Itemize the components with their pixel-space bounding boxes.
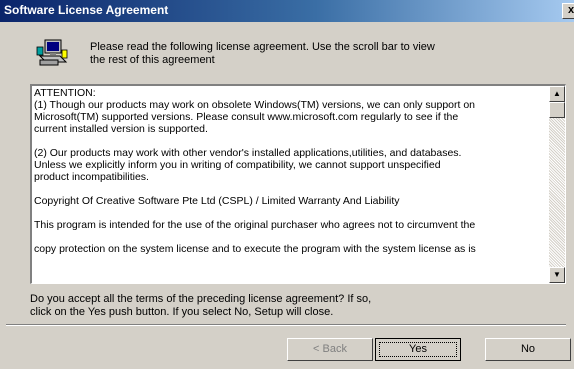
header-line-1: Please read the following license agreem… bbox=[90, 41, 435, 53]
accept-prompt: Do you accept all the terms of the prece… bbox=[30, 293, 550, 319]
license-line: Microsoft(TM) supported versions. Please… bbox=[34, 111, 459, 123]
accept-prompt-line-1: Do you accept all the terms of the prece… bbox=[30, 293, 372, 305]
license-line: product incompatibilities. bbox=[34, 171, 149, 183]
no-button[interactable]: No bbox=[485, 338, 571, 361]
license-line: This program is intended for the use of … bbox=[34, 219, 476, 231]
scroll-down-button[interactable]: ▼ bbox=[549, 267, 565, 283]
vertical-scrollbar[interactable]: ▲ ▼ bbox=[549, 86, 565, 283]
divider bbox=[6, 324, 566, 326]
yes-button-label: Yes bbox=[409, 343, 427, 355]
no-button-label: No bbox=[520, 343, 536, 355]
license-text: ATTENTION: (1) Though our products may w… bbox=[34, 87, 546, 255]
window-title: Software License Agreement bbox=[4, 3, 169, 17]
scroll-thumb[interactable] bbox=[549, 102, 565, 118]
license-line: Copyright Of Creative Software Pte Ltd (… bbox=[34, 195, 400, 207]
license-text-box[interactable]: ATTENTION: (1) Though our products may w… bbox=[30, 84, 566, 284]
header-instructions: Please read the following license agreem… bbox=[90, 41, 530, 67]
yes-button[interactable]: Yes bbox=[375, 338, 461, 361]
setup-computer-icon bbox=[36, 39, 68, 66]
header-line-2: the rest of this agreement bbox=[90, 54, 215, 66]
arrow-up-icon: ▲ bbox=[553, 89, 561, 98]
close-button[interactable]: x bbox=[562, 3, 574, 19]
license-line: ATTENTION: bbox=[34, 87, 96, 99]
title-bar: Software License Agreement x bbox=[0, 0, 574, 22]
license-line: current installed version is supported. bbox=[34, 123, 208, 135]
license-line: copy protection on the system license an… bbox=[34, 243, 476, 255]
close-icon: x bbox=[567, 4, 574, 16]
scroll-up-button[interactable]: ▲ bbox=[549, 86, 565, 102]
license-line: Unless we explicitly inform you in writi… bbox=[34, 159, 441, 171]
license-line: (2) Our products may work with other ven… bbox=[34, 147, 462, 159]
back-button[interactable]: < Back bbox=[287, 338, 373, 361]
back-button-label: < Back bbox=[313, 343, 347, 355]
arrow-down-icon: ▼ bbox=[553, 270, 561, 279]
accept-prompt-line-2: click on the Yes push button. If you sel… bbox=[30, 306, 334, 318]
license-line: (1) Though our products may work on obso… bbox=[34, 99, 476, 111]
